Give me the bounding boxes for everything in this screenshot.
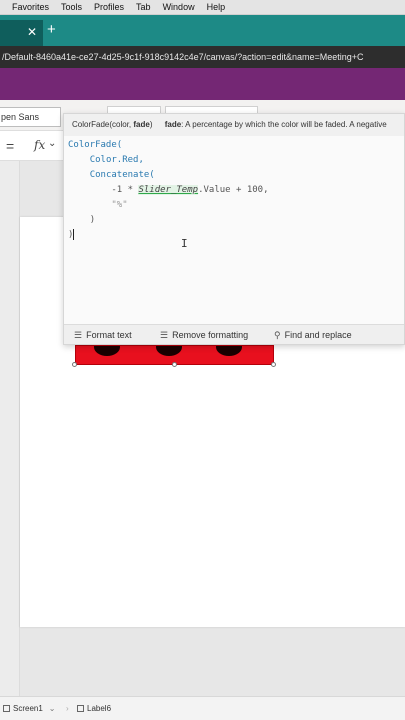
label-text-glyph <box>156 346 182 356</box>
status-bar: Screen1 ⌄ › Label6 <box>0 696 405 720</box>
screen-breadcrumb[interactable]: Screen1 ⌄ <box>3 697 56 720</box>
code-line: ColorFade( <box>68 140 123 150</box>
menu-tab[interactable]: Tab <box>136 2 151 12</box>
search-icon: ⚲ <box>274 330 281 340</box>
remove-formatting-button[interactable]: ☰ Remove formatting <box>160 325 248 345</box>
left-rail <box>0 161 20 696</box>
browser-tab-strip: ✕ + <box>0 15 405 46</box>
chevron-right-icon: › <box>66 704 69 713</box>
code-line: ) <box>89 215 96 225</box>
find-replace-button[interactable]: ⚲ Find and replace <box>274 325 352 345</box>
browser-tab-active[interactable]: ✕ <box>0 20 43 46</box>
format-text-button[interactable]: ☰ Format text <box>74 325 132 345</box>
app-header <box>0 68 405 100</box>
fx-icon[interactable]: fx <box>34 138 45 152</box>
remove-formatting-icon: ☰ <box>160 330 169 340</box>
label-icon <box>77 705 84 713</box>
label-text-glyph <box>216 346 242 356</box>
menu-profiles[interactable]: Profiles <box>94 2 124 12</box>
parameter-description: fade: A percentage by which the color wi… <box>164 120 387 129</box>
resize-handle[interactable] <box>172 362 177 367</box>
new-tab-icon[interactable]: + <box>47 22 56 37</box>
text-cursor <box>73 229 75 240</box>
chevron-down-icon[interactable]: ⌄ <box>48 138 56 149</box>
screen-icon <box>3 705 10 713</box>
function-signature-hint: ColorFade(color, fade) fade: A percentag… <box>64 114 404 136</box>
editor-toolbar: ☰ Format text ☰ Remove formatting ⚲ Find an… <box>64 324 404 344</box>
code-area[interactable]: ColorFade( Color.Red, Concatenate( -1 * … <box>68 138 402 308</box>
menu-window[interactable]: Window <box>163 2 195 12</box>
menu-help[interactable]: Help <box>207 2 226 12</box>
equals-icon: = <box>6 138 15 154</box>
ibeam-cursor-icon: I <box>181 237 188 250</box>
address-bar[interactable]: /Default-8460a41e-ce27-4d25-9c1f-918c914… <box>0 46 405 68</box>
close-tab-icon[interactable]: ✕ <box>27 25 37 39</box>
signature-text: ColorFade(color, fade) <box>72 120 153 129</box>
code-line: Color.Red, <box>89 155 144 165</box>
resize-handle[interactable] <box>271 362 276 367</box>
menu-tools[interactable]: Tools <box>61 2 82 12</box>
resize-handle[interactable] <box>72 362 77 367</box>
label-text-glyph <box>94 346 120 356</box>
format-text-icon: ☰ <box>74 330 83 340</box>
menu-bar: Favorites Tools Profiles Tab Window Help <box>0 0 405 15</box>
code-line: -1 * Slider_Temp.Value + 100, <box>111 185 269 195</box>
code-line: "%" <box>111 200 128 210</box>
code-line: ) <box>68 229 75 240</box>
formula-editor[interactable]: ColorFade(color, fade) fade: A percentag… <box>63 113 405 345</box>
menu-favorites[interactable]: Favorites <box>12 2 49 12</box>
code-line: Concatenate( <box>89 170 155 180</box>
control-breadcrumb[interactable]: Label6 <box>77 697 111 720</box>
font-family-dropdown[interactable]: pen Sans <box>0 107 61 127</box>
slider-reference: Slider_Temp <box>138 185 199 195</box>
